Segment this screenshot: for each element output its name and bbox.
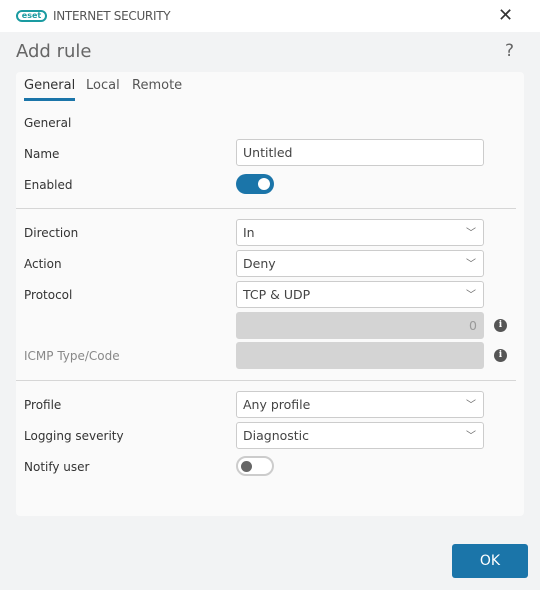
protocol-select[interactable]: TCP & UDP ﹀ bbox=[236, 281, 484, 308]
enabled-toggle[interactable] bbox=[236, 174, 274, 194]
logging-value: Diagnostic bbox=[243, 428, 310, 443]
profile-label: Profile bbox=[24, 398, 62, 412]
icmp-label: ICMP Type/Code bbox=[24, 349, 120, 363]
icmp-input bbox=[236, 342, 484, 369]
logging-label: Logging severity bbox=[24, 429, 124, 443]
logging-select[interactable]: Diagnostic ﹀ bbox=[236, 422, 484, 449]
rule-panel: General Local Remote General Name Untitl… bbox=[16, 72, 524, 516]
chevron-down-icon: ﹀ bbox=[466, 259, 476, 270]
chevron-down-icon: ﹀ bbox=[466, 290, 476, 301]
protocol-label: Protocol bbox=[24, 288, 73, 302]
notify-toggle[interactable] bbox=[236, 456, 274, 476]
info-icon[interactable]: i bbox=[494, 319, 507, 332]
direction-value: In bbox=[243, 225, 255, 240]
tab-general[interactable]: General bbox=[24, 78, 76, 101]
notify-label: Notify user bbox=[24, 460, 90, 474]
protocol-number-input: 0 bbox=[236, 312, 484, 339]
product-name: INTERNET SECURITY bbox=[53, 9, 171, 23]
close-icon[interactable]: ✕ bbox=[498, 5, 513, 26]
protocol-value: TCP & UDP bbox=[243, 287, 311, 302]
name-input[interactable]: Untitled bbox=[236, 139, 484, 166]
action-select[interactable]: Deny ﹀ bbox=[236, 250, 484, 277]
divider bbox=[16, 208, 516, 209]
chevron-down-icon: ﹀ bbox=[466, 431, 476, 442]
direction-label: Direction bbox=[24, 226, 79, 240]
enabled-label: Enabled bbox=[24, 178, 73, 192]
profile-value: Any profile bbox=[243, 397, 311, 412]
direction-select[interactable]: In ﹀ bbox=[236, 219, 484, 246]
tab-remote[interactable]: Remote bbox=[132, 78, 182, 98]
dialog-title: Add rule bbox=[16, 41, 92, 62]
name-label: Name bbox=[24, 147, 60, 161]
chevron-down-icon: ﹀ bbox=[466, 228, 476, 239]
info-icon[interactable]: i bbox=[494, 349, 507, 362]
section-heading: General bbox=[24, 116, 72, 130]
help-icon[interactable]: ? bbox=[505, 41, 514, 61]
eset-logo: eset bbox=[16, 10, 47, 22]
profile-select[interactable]: Any profile ﹀ bbox=[236, 391, 484, 418]
ok-button[interactable]: OK bbox=[452, 544, 528, 578]
divider bbox=[16, 380, 516, 381]
title-bar: eset INTERNET SECURITY ✕ bbox=[0, 0, 540, 32]
action-value: Deny bbox=[243, 256, 276, 271]
action-label: Action bbox=[24, 257, 62, 271]
tab-local[interactable]: Local bbox=[86, 78, 120, 98]
chevron-down-icon: ﹀ bbox=[466, 400, 476, 411]
